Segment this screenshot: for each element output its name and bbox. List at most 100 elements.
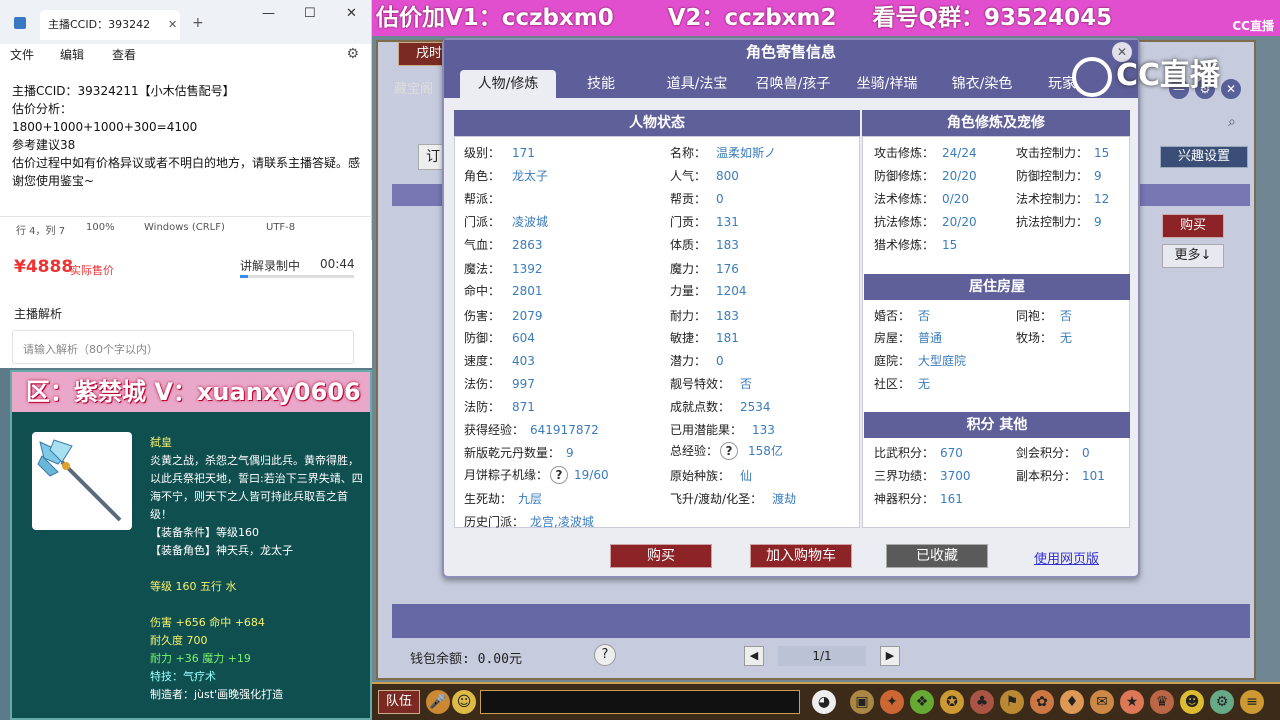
- emoji-icon[interactable]: ☺: [452, 690, 476, 714]
- recording-progress-fill: [240, 275, 248, 278]
- stat-key: 法防：: [464, 400, 501, 414]
- kongzhi-value: 12: [1094, 192, 1110, 206]
- buy-button[interactable]: 购买: [610, 544, 712, 568]
- skill-icon[interactable]: ✦: [880, 690, 904, 714]
- new-tab-icon[interactable]: +: [192, 15, 204, 31]
- tab-items[interactable]: 道具/法宝: [650, 70, 744, 98]
- pet-icon[interactable]: ◕: [812, 690, 836, 714]
- item-line: 耐久度 700: [150, 634, 208, 647]
- stat-key: 原始种族：: [670, 469, 731, 483]
- stat-row: 魔力： 176: [670, 260, 739, 277]
- stat-row: 级别： 171: [464, 144, 535, 161]
- stat-key: 力量：: [670, 284, 707, 298]
- team-icon[interactable]: ✪: [940, 690, 964, 714]
- menu-view[interactable]: 查看: [112, 46, 136, 63]
- house-row: 社区： 无: [874, 375, 930, 392]
- buy-side-button[interactable]: 购买: [1162, 214, 1224, 238]
- xiulian-key: 抗法修炼：: [874, 215, 935, 229]
- tab-pets[interactable]: 召唤兽/孩子: [746, 70, 840, 98]
- house-value: 普通: [918, 331, 943, 345]
- stat-value: 仙: [740, 469, 753, 483]
- analysis-input[interactable]: 请输入解析（80个字以内）: [12, 330, 354, 364]
- help-icon[interactable]: ?: [550, 466, 569, 484]
- text-line: 估价过程中如有价格异议或者不明白的地方，请联系主播答疑。感谢您使用鉴宝~: [12, 156, 361, 188]
- rank-icon[interactable]: ♛: [1150, 690, 1174, 714]
- stat-key: 角色：: [464, 169, 501, 183]
- house-value: 否: [918, 309, 931, 323]
- close-icon[interactable]: ✕: [346, 6, 357, 21]
- stat-row: 法伤： 997: [464, 375, 535, 392]
- item-line: 伤害 +656 命中 +684: [150, 616, 265, 629]
- bag-icon[interactable]: ▣: [850, 690, 874, 714]
- house-value: 大型庭院: [918, 354, 967, 368]
- tab-outfits[interactable]: 锦衣/染色: [938, 70, 1026, 98]
- close-icon[interactable]: ✕: [1220, 78, 1242, 100]
- xiulian-key: 猎术修炼：: [874, 238, 935, 252]
- status-position: 行 4，列 7: [16, 226, 66, 237]
- stat-row: 魔法： 1392: [464, 260, 543, 277]
- stat-row: 新版乾元丹数量： 9: [464, 444, 574, 461]
- stat-row: 命中： 2801: [464, 282, 543, 299]
- maximize-icon[interactable]: ☐: [304, 6, 316, 21]
- search-icon[interactable]: ⌕: [1228, 114, 1246, 132]
- help-icon[interactable]: ?: [594, 644, 616, 666]
- minimize-icon[interactable]: —: [262, 6, 275, 21]
- help-icon[interactable]: ?: [720, 442, 739, 460]
- stat-row: 成就点数： 2534: [670, 398, 771, 415]
- house-header: 居住房屋: [864, 274, 1130, 300]
- score-row: 比武积分： 670: [874, 444, 963, 461]
- cc-logo-text: CC直播: [1116, 58, 1221, 93]
- mic-icon[interactable]: 🎤: [426, 690, 450, 714]
- stat-row: 生死劫： 九层: [464, 490, 542, 507]
- mail-icon[interactable]: ✉: [1090, 690, 1114, 714]
- xiulian-row: 抗法修炼： 20/20: [874, 213, 977, 230]
- notepad-tab[interactable]: 主播CCID：393242: [40, 10, 180, 40]
- xiulian-key: 防御修炼：: [874, 169, 935, 183]
- activity-icon[interactable]: ★: [1120, 690, 1144, 714]
- quest-icon[interactable]: ❖: [910, 690, 934, 714]
- gift-icon[interactable]: ✿: [1030, 690, 1054, 714]
- team-button[interactable]: 队伍: [378, 690, 420, 714]
- score-row: 三界功绩： 3700: [874, 467, 971, 484]
- more-button[interactable]: 更多↓: [1162, 244, 1224, 268]
- stat-row: 气血： 2863: [464, 236, 543, 253]
- tab-mounts[interactable]: 坐骑/祥瑞: [844, 70, 930, 98]
- menu-file[interactable]: 文件: [10, 46, 34, 63]
- house-key: 房屋：: [874, 331, 911, 345]
- recording-time: 00:44: [320, 257, 355, 271]
- stat-value: 九层: [518, 492, 543, 506]
- menu-icon[interactable]: ≡: [1240, 690, 1264, 714]
- chat-input[interactable]: [480, 690, 800, 714]
- sale-price: ¥4888: [14, 257, 74, 277]
- xiulian-value: 20/20: [942, 169, 977, 183]
- stat-key: 门贡：: [670, 215, 707, 229]
- tab-skills[interactable]: 技能: [568, 70, 634, 98]
- system-icon[interactable]: ⚙: [1210, 690, 1234, 714]
- settings-gear-icon[interactable]: ⚙: [346, 46, 359, 62]
- weapon-description: 弑皇 炎黄之战，杀怨之气偶归此兵。黄帝得胜，以此兵祭祀天地，誓曰:若治下三界失靖…: [150, 434, 368, 704]
- next-page-button[interactable]: ▶: [880, 646, 900, 666]
- prev-page-button[interactable]: ◀: [744, 646, 764, 666]
- favorited-button[interactable]: 已收藏: [886, 544, 988, 568]
- tab-close-icon[interactable]: ✕: [168, 18, 177, 31]
- cc-top-logo: CC直播: [1232, 19, 1274, 33]
- smile-icon[interactable]: ☻: [1180, 690, 1204, 714]
- stat-key: 命中：: [464, 284, 501, 298]
- stat-key: 新版乾元丹数量：: [464, 446, 561, 460]
- notepad-text-area[interactable]: 主播CCID：39324211【小木估售配号】 估价分析： 1800+1000+…: [12, 82, 368, 190]
- menu-edit[interactable]: 编辑: [60, 46, 84, 63]
- score-header: 积分 其他: [864, 412, 1130, 438]
- tab-character[interactable]: 人物/修炼: [460, 70, 556, 98]
- trade-icon[interactable]: ⚑: [1000, 690, 1024, 714]
- zone-banner: 区：紫禁城 V：xuanxy0606: [12, 372, 370, 412]
- house-key: 庭院：: [874, 354, 911, 368]
- stat-row: 名称： 温柔如斯ノ: [670, 144, 776, 161]
- score-value: 101: [1082, 469, 1105, 483]
- interest-settings-button[interactable]: 兴趣设置: [1160, 146, 1248, 168]
- tab-cangbaoge[interactable]: 藏宝阁: [394, 78, 433, 97]
- stat-value: 1204: [716, 284, 747, 298]
- add-to-cart-button[interactable]: 加入购物车: [750, 544, 852, 568]
- web-version-link[interactable]: 使用网页版: [1034, 548, 1099, 567]
- friends-icon[interactable]: ♣: [970, 690, 994, 714]
- shop-icon[interactable]: ♦: [1060, 690, 1084, 714]
